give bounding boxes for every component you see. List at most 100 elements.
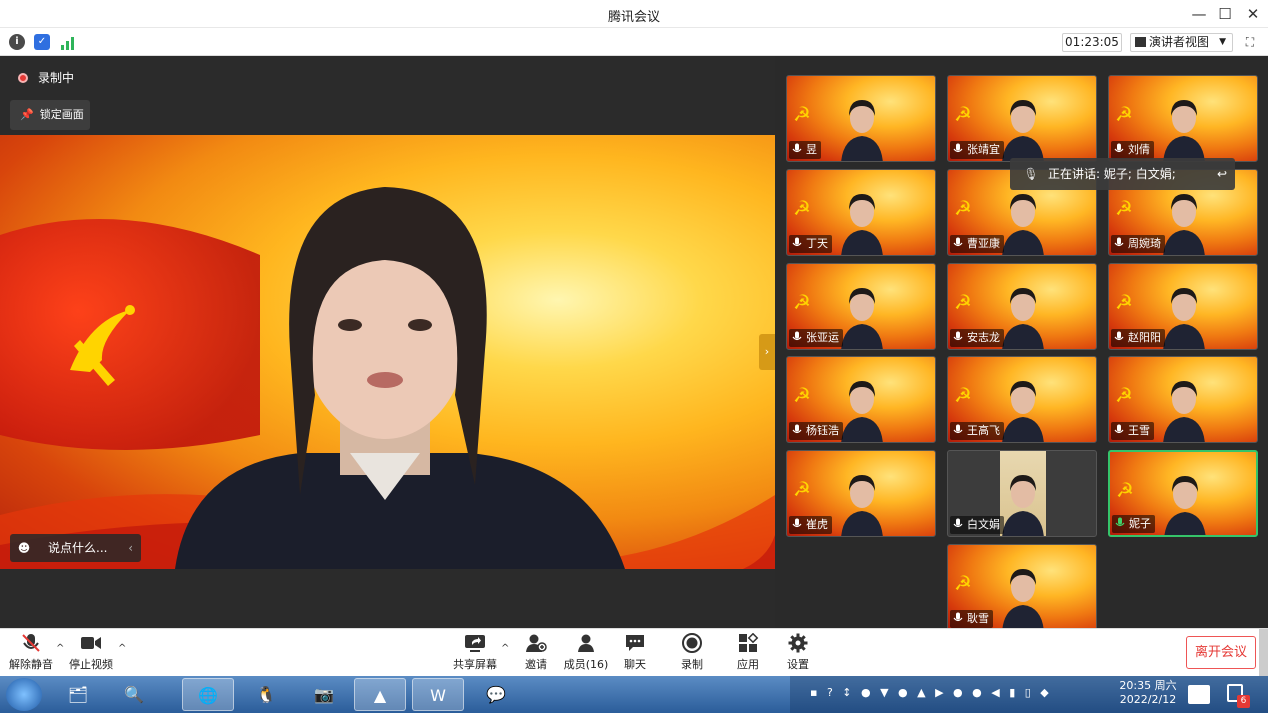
invite-label: 邀请 — [525, 658, 547, 671]
meeting-toolbar: 解除静音 ^ 停止视频 ^ 共享屏幕 ^ 邀请 成员(16) 聊天 录制 应用 … — [0, 628, 1268, 677]
share-options-chevron-icon[interactable]: ^ — [501, 643, 509, 654]
participant-tile[interactable]: ☭ 崔虎 — [786, 450, 936, 537]
taskbar-app-wechat-icon[interactable]: 💬 — [470, 678, 522, 711]
participant-tile[interactable]: ☭ 赵阳阳 — [1108, 263, 1258, 350]
mic-icon — [791, 331, 803, 343]
participant-tile[interactable]: ☭ 王雪 — [1108, 356, 1258, 443]
participant-name: 张靖宜 — [967, 143, 1000, 156]
participant-tile[interactable]: ☭ 杨钰浩 — [786, 356, 936, 443]
taskbar-app-search-icon[interactable]: 🔍 — [108, 678, 160, 711]
record-dot-icon — [18, 73, 28, 83]
participant-avatar — [841, 288, 883, 349]
party-emblem-icon: ☭ — [793, 477, 811, 501]
taskbar-app-wps-icon[interactable]: W — [412, 678, 464, 711]
action-center-icon[interactable] — [1188, 685, 1210, 704]
record-button[interactable]: 录制 — [674, 633, 710, 672]
signal-icon[interactable] — [60, 35, 76, 50]
lock-view-button[interactable]: 📌 锁定画面 — [10, 100, 90, 130]
mic-icon — [1113, 143, 1125, 155]
share-screen-label: 共享屏幕 — [453, 658, 497, 671]
camera-icon — [81, 637, 101, 649]
start-button[interactable] — [6, 678, 42, 711]
invite-icon — [526, 634, 547, 652]
audio-options-chevron-icon[interactable]: ^ — [56, 643, 64, 654]
participant-avatar — [1002, 569, 1044, 630]
unmute-label: 解除静音 — [9, 658, 53, 671]
participant-name-tag: 刘倩 — [1111, 141, 1154, 159]
participant-tile[interactable]: ☭ 安志龙 — [947, 263, 1097, 350]
share-screen-button[interactable]: 共享屏幕 — [452, 633, 498, 672]
participant-name: 昱 — [806, 143, 817, 156]
participant-avatar — [1163, 100, 1205, 161]
system-clock[interactable]: 20:35 周六 2022/2/12 — [1113, 679, 1183, 707]
participant-tile[interactable]: ☭ 张亚运 — [786, 263, 936, 350]
participant-name: 妮子 — [1129, 517, 1151, 530]
minimize-icon[interactable]: — — [1186, 3, 1212, 25]
clock-time: 20:35 周六 — [1119, 679, 1177, 692]
lock-view-label: 锁定画面 — [39, 108, 84, 121]
chevron-left-icon[interactable]: ‹ — [128, 534, 133, 562]
participant-tile[interactable]: 白文娟 — [947, 450, 1097, 537]
participant-tile[interactable]: ☭ 王高飞 — [947, 356, 1097, 443]
mic-icon — [952, 424, 964, 436]
taskbar-app-media-icon[interactable]: 📷 — [298, 678, 350, 711]
shield-icon[interactable]: ✓ — [34, 34, 50, 50]
participant-name-tag: 周婉琦 — [1111, 235, 1165, 253]
collapse-gallery-button[interactable]: › — [759, 334, 775, 370]
taskbar-app-tencent-meeting-icon[interactable]: ▲ — [354, 678, 406, 711]
fullscreen-icon[interactable]: ⛶ — [1240, 33, 1260, 52]
members-button[interactable]: 成员(16) — [563, 633, 609, 672]
maximize-icon[interactable]: ☐ — [1212, 3, 1238, 25]
party-emblem-icon: ☭ — [954, 290, 972, 314]
taskbar-app-folders-icon[interactable]: 🗂 — [52, 678, 104, 711]
taskbar-app-browser-icon[interactable]: 🌐 — [182, 678, 234, 711]
participant-name: 白文娟 — [967, 518, 1000, 531]
stop-video-button[interactable]: 停止视频 — [68, 633, 114, 672]
party-emblem-icon: ☭ — [793, 290, 811, 314]
layout-icon — [1135, 37, 1146, 47]
notification-icon[interactable]: 6 — [1225, 682, 1251, 708]
mic-icon — [791, 143, 803, 155]
participant-tile[interactable]: ☭ 刘倩 — [1108, 75, 1258, 162]
participant-name-tag: 杨钰浩 — [789, 422, 843, 440]
participant-name: 杨钰浩 — [806, 424, 839, 437]
taskbar-app-qq-icon[interactable]: 🐧 — [240, 678, 292, 711]
participant-avatar — [841, 194, 883, 255]
video-options-chevron-icon[interactable]: ^ — [118, 643, 126, 654]
settings-button[interactable]: 设置 — [780, 633, 816, 672]
info-icon[interactable]: i — [9, 34, 25, 50]
participant-tile[interactable]: ☭ 耿雪 — [947, 544, 1097, 631]
participant-avatar — [1002, 475, 1044, 536]
apps-button[interactable]: 应用 — [730, 633, 766, 672]
participant-tile[interactable]: ☭ 昱 — [786, 75, 936, 162]
participant-name-tag: 赵阳阳 — [1111, 329, 1165, 347]
speaking-indicator: 🎙 正在讲话: 妮子; 白文娟; ↩ — [1010, 158, 1235, 190]
close-icon[interactable]: ✕ — [1240, 3, 1266, 25]
chat-input-box[interactable]: ☻ 说点什么... ‹ — [10, 534, 141, 562]
apps-icon — [739, 633, 759, 652]
settings-label: 设置 — [787, 658, 809, 671]
party-emblem-icon: ☭ — [954, 571, 972, 595]
party-emblem-icon: ☭ — [1115, 102, 1133, 126]
mic-icon — [1113, 424, 1125, 436]
participant-tile[interactable]: ☭ 妮子 — [1108, 450, 1258, 537]
recording-label: 录制中 — [38, 71, 75, 85]
invite-button[interactable]: 邀请 — [518, 633, 554, 672]
participant-name-tag: 张靖宜 — [950, 141, 1004, 159]
mic-muted-icon — [22, 634, 40, 652]
mic-icon — [1113, 237, 1125, 249]
participant-tile[interactable]: ☭ 张靖宜 — [947, 75, 1097, 162]
speaker-video — [0, 135, 775, 569]
emoji-icon[interactable]: ☻ — [10, 534, 38, 562]
leave-meeting-button[interactable]: 离开会议 — [1186, 636, 1256, 669]
reply-icon[interactable]: ↩ — [1217, 158, 1227, 190]
tray-icons[interactable]: ▪ ? ↕ ● ▼ ● ▲ ▶ ● ● ◀ ▮ ▯ ◆ — [810, 686, 1052, 699]
members-icon — [578, 634, 594, 652]
view-mode-dropdown[interactable]: 演讲者视图 ▼ — [1130, 33, 1233, 52]
participant-tile[interactable]: ☭ 丁天 — [786, 169, 936, 256]
scrollbar[interactable] — [1259, 629, 1268, 677]
chat-button[interactable]: 聊天 — [617, 633, 653, 672]
chevron-down-icon: ▼ — [1219, 37, 1226, 47]
unmute-button[interactable]: 解除静音 — [8, 633, 54, 672]
participant-name: 曹亚康 — [967, 237, 1000, 250]
